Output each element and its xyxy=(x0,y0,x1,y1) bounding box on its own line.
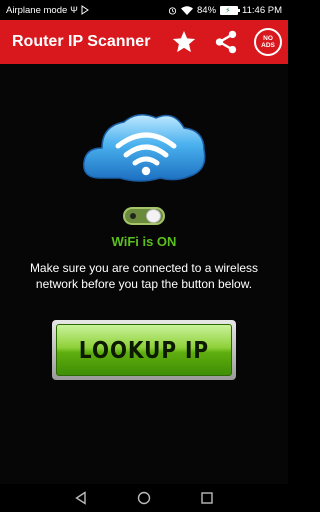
no-ads-icon[interactable]: NO ADS xyxy=(254,28,282,56)
recents-icon[interactable] xyxy=(197,488,217,508)
usb-icon: Ψ xyxy=(70,5,78,15)
battery-percent: 84% xyxy=(197,4,217,16)
wifi-status-text: WiFi is ON xyxy=(111,234,177,249)
wifi-cloud-icon xyxy=(83,114,206,182)
usb-debug-icon xyxy=(81,5,89,15)
status-right: 84% ⚡ 11:46 PM xyxy=(168,5,282,16)
main-content: WiFi is ON Make sure you are connected t… xyxy=(0,64,288,484)
toggle-knob xyxy=(146,209,161,223)
instructions-text: Make sure you are connected to a wireles… xyxy=(29,261,259,291)
back-icon[interactable] xyxy=(71,488,91,508)
battery-icon: ⚡ xyxy=(220,5,241,15)
star-icon[interactable] xyxy=(170,28,198,56)
lookup-ip-button-face: LOOKUP IP xyxy=(56,324,232,376)
wifi-toggle[interactable] xyxy=(123,207,165,225)
home-icon[interactable] xyxy=(134,488,154,508)
airplane-mode-label: Airplane mode xyxy=(6,4,68,16)
alarm-icon xyxy=(168,6,177,15)
share-icon[interactable] xyxy=(212,28,240,56)
no-ads-line1: NO xyxy=(263,35,273,42)
lookup-ip-button[interactable]: LOOKUP IP xyxy=(52,320,236,380)
no-ads-line2: ADS xyxy=(261,42,275,49)
status-bar: Airplane mode Ψ 84% ⚡ 11:46 PM xyxy=(0,0,288,20)
toggle-dot xyxy=(130,213,136,219)
toolbar-actions: NO ADS xyxy=(170,20,282,64)
lookup-ip-label: LOOKUP IP xyxy=(78,336,210,364)
app-title: Router IP Scanner xyxy=(12,33,151,50)
app-toolbar: Router IP Scanner NO ADS xyxy=(0,20,288,64)
wifi-signal-icon xyxy=(181,5,194,15)
clock: 11:46 PM xyxy=(242,4,282,16)
navigation-bar xyxy=(0,484,288,512)
status-left: Airplane mode Ψ xyxy=(6,5,89,16)
